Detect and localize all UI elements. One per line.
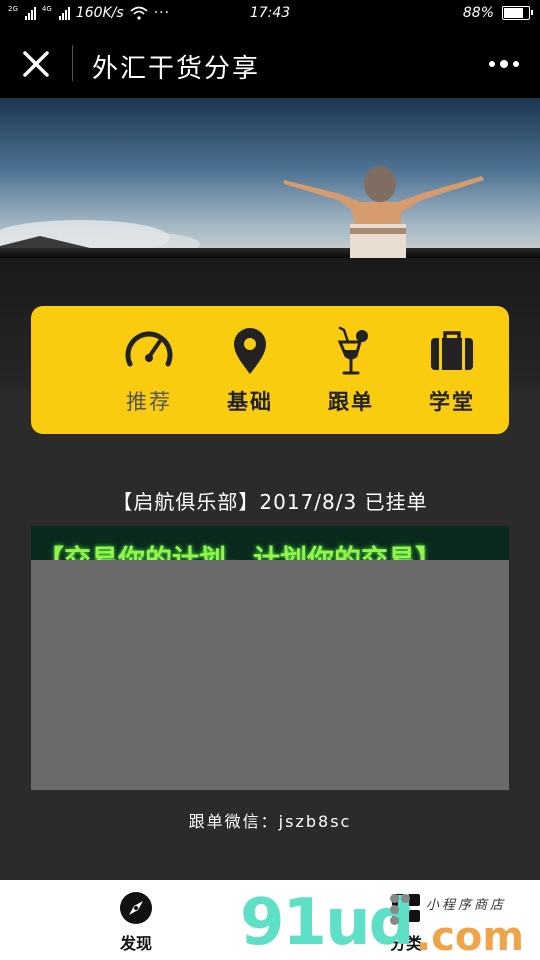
image-loading-placeholder xyxy=(31,560,509,790)
watermark-tagline: 小程序商店 xyxy=(426,898,507,913)
menu-item-recommend[interactable]: 推荐 xyxy=(104,324,194,416)
battery-icon xyxy=(502,6,533,20)
menu-label: 学堂 xyxy=(429,390,475,414)
tab-discover[interactable]: 发现 xyxy=(96,890,176,954)
close-icon xyxy=(23,51,49,77)
location-pin-icon xyxy=(234,328,266,374)
watermark: 91ud 小程序商店 .com xyxy=(240,886,540,960)
tab-label: 发现 xyxy=(119,934,152,953)
watermark-dots-icon xyxy=(390,894,412,934)
menu-label: 跟单 xyxy=(328,390,374,414)
status-right: 88% xyxy=(462,5,533,21)
more-dot-icon xyxy=(489,61,495,67)
title-bar: 外汇干货分享 xyxy=(0,28,540,98)
post-image[interactable]: 【交易你的计划，计划你的交易】 xyxy=(31,526,509,790)
page-title: 外汇干货分享 xyxy=(92,54,261,84)
category-menu: 推荐 基础 跟单 学堂 xyxy=(31,306,509,434)
close-button[interactable] xyxy=(16,44,56,84)
post-title[interactable]: 【启航俱乐部】2017/8/3 已挂单 xyxy=(0,486,540,515)
post-image-banner: 【交易你的计划，计划你的交易】 xyxy=(31,526,509,560)
title-divider xyxy=(72,45,73,81)
compass-icon xyxy=(120,892,152,924)
more-dot-icon xyxy=(500,60,508,68)
speedometer-icon xyxy=(125,331,173,367)
battery-percentage: 88% xyxy=(462,5,494,21)
menu-item-basics[interactable]: 基础 xyxy=(205,324,295,416)
menu-label: 推荐 xyxy=(126,390,172,414)
menu-item-academy[interactable]: 学堂 xyxy=(407,324,497,416)
more-dot-icon xyxy=(513,61,519,67)
watermark-brand: 91ud xyxy=(240,886,414,960)
menu-item-copy-trade[interactable]: 跟单 xyxy=(306,324,396,416)
post-image-banner-text: 【交易你的计划，计划你的交易】 xyxy=(37,538,442,560)
banner-photo xyxy=(0,98,540,258)
banner-image xyxy=(0,98,540,258)
status-bar: 2G 4G 160K/s ··· 17:43 88% xyxy=(0,0,540,28)
briefcase-icon xyxy=(431,331,473,370)
status-time: 17:43 xyxy=(249,5,291,21)
battery-fill xyxy=(504,8,523,18)
menu-label: 基础 xyxy=(227,390,273,414)
watermark-suffix: .com xyxy=(416,914,525,960)
wechat-contact: 跟单微信：jszb8sc xyxy=(188,812,352,831)
cocktail-icon xyxy=(337,326,368,375)
more-options-button[interactable] xyxy=(484,50,524,78)
